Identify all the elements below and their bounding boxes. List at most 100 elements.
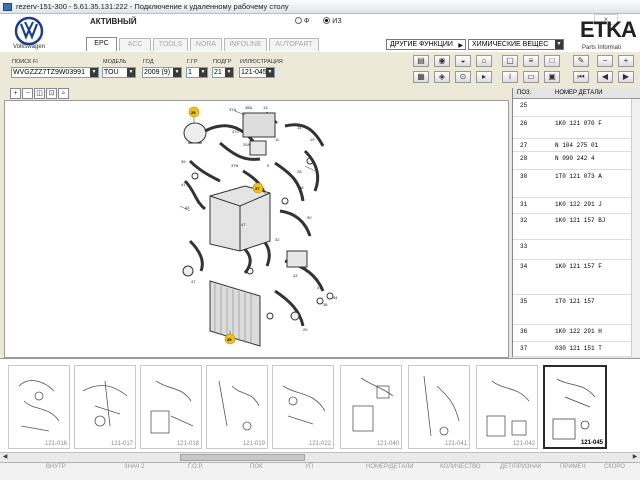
svg-text:37A: 37A — [229, 107, 236, 112]
table-row[interactable]: 27 N 104 275 01 — [513, 139, 640, 152]
first-page-icon[interactable]: ⏮ — [573, 71, 589, 83]
radio-option-f[interactable]: Ф — [295, 17, 309, 25]
illustration-select[interactable]: 121-045 ▼ — [239, 67, 275, 78]
thumbnail[interactable]: 121-022 — [272, 365, 334, 449]
chevron-down-icon: ▼ — [127, 68, 135, 77]
svg-text:43: 43 — [185, 205, 190, 210]
table-row[interactable]: 26 1K0 121 070 F — [513, 117, 640, 139]
thumbnail-scrollbar[interactable]: ◀ ▶ — [0, 452, 640, 462]
table-row[interactable]: 28 N 090 242 4 — [513, 152, 640, 170]
svg-text:43: 43 — [293, 273, 298, 278]
radio-option-iz[interactable]: ИЗ — [323, 17, 342, 25]
tab-infoline[interactable]: INFOLINE — [224, 38, 267, 51]
illustration-label: ИЛЛЮСТРАЦИЯ — [240, 59, 283, 65]
zoom-out-icon[interactable]: − — [22, 88, 33, 99]
subgroup-select[interactable]: 21 ▼ — [212, 67, 234, 78]
chemicals-dropdown[interactable]: ХИМИЧЕСКИЕ ВЕЩЕС ▼ — [468, 39, 564, 50]
year-select[interactable]: 2009 (9) ▼ — [142, 67, 182, 78]
table-row[interactable]: 30 1T0 121 073 A — [513, 170, 640, 198]
column-header-number[interactable]: НОМЕР ДЕТАЛИ — [555, 90, 603, 96]
document-icon[interactable]: ▭ — [523, 71, 539, 83]
window-title: rezerv-151-300 - 5.61.35.131:222 - Подкл… — [16, 2, 289, 11]
callout-middle: 27 — [255, 186, 260, 191]
previous-page-icon[interactable]: ◀ — [597, 71, 613, 83]
zoom-in-icon[interactable]: + — [10, 88, 21, 99]
thumbnail[interactable]: 121-041 — [408, 365, 470, 449]
search-label: ПОИСК FI — [12, 59, 38, 65]
tab-autopart[interactable]: AUTOPART — [269, 38, 319, 51]
tab-tools[interactable]: TOOLS — [153, 38, 188, 51]
svg-text:29: 29 — [303, 327, 308, 332]
thumbnail-drawing-icon — [82, 380, 128, 427]
scroll-right-icon[interactable]: ▶ — [630, 453, 640, 462]
thumbnail[interactable]: 121-040 — [340, 365, 402, 449]
note-icon[interactable]: □ — [544, 55, 560, 67]
thumbnail[interactable]: 121-042 — [476, 365, 538, 449]
minus-icon[interactable]: − — [597, 55, 613, 67]
table-row[interactable]: 32 1K0 121 157 BJ — [513, 214, 640, 240]
table-row[interactable]: 34 1K0 121 157 F — [513, 260, 640, 295]
scrollbar-thumb[interactable] — [180, 454, 305, 461]
zoom-area-icon[interactable]: ⊡ — [46, 88, 57, 99]
exploded-view-drawing[interactable]: 37A 38A 13 37C 25A 11 14 19 39 41 37B 9 28 48 50 4… — [4, 100, 509, 358]
chevron-down-icon: ▼ — [173, 68, 181, 77]
car-search-icon[interactable]: ⊙ — [455, 71, 471, 83]
thumbnail-selected[interactable]: 121-045 — [543, 365, 607, 449]
svg-text:14: 14 — [297, 125, 302, 130]
chevron-down-icon: ▼ — [266, 68, 274, 77]
tab-epc[interactable]: EPC — [86, 37, 117, 51]
stamp-icon[interactable]: ▣ — [544, 71, 560, 83]
pin-icon[interactable]: ✎ — [573, 55, 589, 67]
table-row[interactable]: 37 030 121 151 T — [513, 342, 640, 357]
zoom-fit-icon[interactable]: ◫ — [34, 88, 45, 99]
info-icon[interactable]: i — [502, 71, 518, 83]
status-field: ВНУТР — [46, 464, 66, 470]
forward-icon[interactable]: ▸ — [476, 71, 492, 83]
print-icon[interactable]: ▤ — [413, 55, 429, 67]
thumbnail[interactable]: 121-018 — [140, 365, 202, 449]
svg-text:38A: 38A — [245, 105, 252, 110]
search-input[interactable]: WVGZZZ7TZ9W03991 ▼ — [11, 67, 99, 78]
table-icon[interactable]: ▦ — [413, 71, 429, 83]
group-select[interactable]: 1 ▼ — [186, 67, 208, 78]
table-row[interactable]: 31 1K0 122 291 J — [513, 198, 640, 214]
scroll-left-icon[interactable]: ◀ — [0, 453, 10, 462]
magnifier-icon[interactable]: ⌕ — [58, 88, 69, 99]
model-select[interactable]: TOU ▼ — [102, 67, 136, 78]
cart-icon[interactable]: ⌂ — [476, 55, 492, 67]
other-functions-button[interactable]: ДРУГИЕ ФУНКЦИИ ▶ — [386, 39, 466, 50]
car-icon[interactable]: ◒ — [455, 55, 471, 67]
chevron-down-icon: ▼ — [199, 68, 207, 77]
callout-top: 25 — [191, 110, 196, 115]
clipboard-icon[interactable]: ▢ — [502, 55, 518, 67]
parts-icon[interactable]: ◈ — [434, 71, 450, 83]
next-page-icon[interactable]: ▶ — [618, 71, 634, 83]
svg-text:39: 39 — [181, 159, 186, 164]
list-icon[interactable]: ≡ — [523, 55, 539, 67]
thumbnail-drawing-icon — [352, 377, 394, 432]
svg-text:13: 13 — [263, 105, 268, 110]
plus-icon[interactable]: + — [618, 55, 634, 67]
tab-acc[interactable]: ACC — [119, 38, 151, 51]
tab-nora[interactable]: NORA — [190, 38, 222, 51]
radio-icon — [295, 17, 302, 24]
status-field: СКОРО — [604, 464, 625, 470]
thumbnail[interactable]: 121-017 — [74, 365, 136, 449]
thumbnail[interactable]: 121-019 — [206, 365, 268, 449]
thumbnail-drawing-icon — [552, 378, 596, 440]
table-row[interactable]: 35 1T0 121 157 — [513, 295, 640, 325]
parts-list-scrollbar[interactable] — [631, 99, 640, 357]
thumbnail-drawing-icon — [18, 380, 60, 432]
table-row[interactable]: 36 1K0 122 291 H — [513, 325, 640, 342]
thumbnail[interactable]: 121-016 — [8, 365, 70, 449]
table-row[interactable]: 33 — [513, 240, 640, 260]
remote-desktop-window: rezerv-151-300 - 5.61.35.131:222 - Подкл… — [0, 0, 640, 480]
thumbnail-drawing-icon — [282, 385, 326, 425]
bottom-status-bar: ВНУТР ЗНАЧ 2 Г.О.Р. ПОК УП НОМЕР/ДЕТАЛИ … — [0, 462, 640, 480]
arrow-right-icon: ▶ — [458, 43, 463, 49]
column-header-pos[interactable]: ПОЗ. — [517, 90, 531, 96]
table-row[interactable]: 25 — [513, 99, 640, 117]
cooling-system-diagram: 37A 38A 13 37C 25A 11 14 19 39 41 37B 9 28 48 50 4… — [179, 105, 338, 347]
disc-icon[interactable]: ◉ — [434, 55, 450, 67]
svg-text:47: 47 — [317, 285, 322, 290]
